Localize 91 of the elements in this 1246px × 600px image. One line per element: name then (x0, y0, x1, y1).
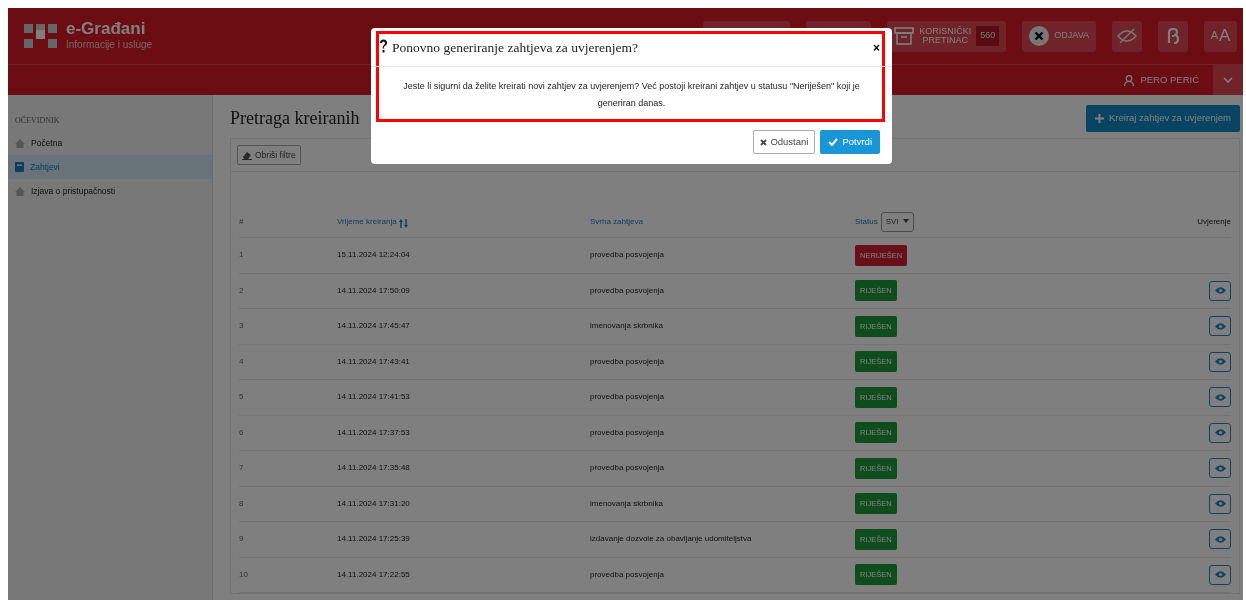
eye-slash-icon (1117, 28, 1137, 44)
user-name[interactable]: PERO PERIĆ (1140, 72, 1199, 88)
view-button[interactable] (1209, 280, 1231, 301)
table-cell: 14.11.2024 17:41:53 (337, 391, 410, 404)
eye-icon (1214, 393, 1226, 401)
table-cell: 14.11.2024 17:22:55 (337, 568, 410, 581)
clear-filters-button[interactable]: Obriši filtre (237, 144, 301, 166)
close-button[interactable]: × (869, 39, 884, 57)
row-number: 8 (239, 497, 244, 510)
view-button[interactable] (1209, 564, 1231, 585)
view-button[interactable] (1209, 529, 1231, 550)
row-number: 9 (239, 533, 244, 546)
eye-icon (1214, 571, 1226, 579)
sidebar-item[interactable]: Početna (8, 131, 212, 155)
dialog-title: Ponovno generiranje zahtjeva za uvjerenjem? (379, 37, 638, 59)
table-cell: provedba posvojenja (590, 355, 664, 368)
eye-icon (1214, 535, 1226, 543)
column-header: Status (855, 216, 878, 228)
table-cell: provedba posvojenja (590, 391, 664, 404)
contrast-button[interactable] (1112, 20, 1142, 52)
view-button[interactable] (1209, 422, 1231, 443)
home-icon (15, 138, 25, 148)
view-button[interactable] (1209, 351, 1231, 372)
row-number: 1 (239, 249, 244, 262)
table-cell: 14.11.2024 17:45:47 (337, 320, 410, 333)
home-icon (15, 186, 25, 196)
view-button[interactable] (1209, 458, 1231, 479)
sidebar-item[interactable]: Izjava o pristupačnosti (8, 179, 212, 203)
eye-icon (1214, 500, 1226, 508)
archive-icon (894, 27, 915, 45)
cancel-button[interactable]: Odustani (753, 130, 816, 155)
eraser-icon (242, 150, 252, 160)
eye-icon (1214, 322, 1226, 330)
close-icon (1029, 26, 1050, 46)
table-cell: 14.11.2024 17:31:20 (337, 497, 410, 510)
logout-button[interactable]: ODJAVA (1022, 20, 1096, 52)
confirm-button[interactable]: Potvrdi (820, 130, 880, 155)
row-number: 6 (239, 426, 244, 439)
column-header[interactable]: Vrijeme kreiranja (337, 216, 397, 228)
question-icon (379, 38, 388, 53)
table-cell: imenovanja skrbnika (590, 320, 663, 333)
font-icon (1166, 28, 1180, 44)
row-number: 4 (239, 355, 244, 368)
eye-icon (1214, 358, 1226, 366)
status-filter[interactable]: SVI (880, 212, 914, 232)
row-number: 10 (239, 568, 248, 581)
plus-icon (1095, 114, 1104, 123)
section-label: OČEVIDNIK (14, 115, 61, 127)
table-cell: 14.11.2024 17:43:41 (337, 355, 410, 368)
table-cell: provedba posvojenja (590, 249, 664, 262)
view-button[interactable] (1209, 493, 1231, 514)
dialog-message: Jeste li sigurni da želite kreirati novi zahtjev za uvjerenjem? Već postoji kreirani zahtjev u statusu "Neriješen" koji je generiran danas. (402, 80, 861, 111)
dropdown-button[interactable] (1213, 65, 1243, 95)
table-cell: provedba posvojenja (590, 426, 664, 439)
chevron-down-icon (1223, 77, 1233, 83)
mailbox-label: KORISNIČKI PRETINAC (919, 26, 972, 46)
row-number: 3 (239, 320, 244, 333)
table-cell: provedba posvojenja (590, 568, 664, 581)
sort-icon[interactable] (398, 219, 408, 228)
column-header: Svrha zahtjeva (590, 216, 643, 228)
caret-down-icon (902, 219, 909, 223)
column-header: Uvjerenje (1197, 216, 1231, 228)
brand-name[interactable]: e-Građani (66, 20, 153, 37)
row-number: 5 (239, 391, 244, 404)
eye-icon (1214, 464, 1226, 472)
book-icon (15, 162, 24, 172)
table-cell: izdavanje dozvole za obavljanje udomiteljstva (590, 533, 752, 546)
row-number: 2 (239, 284, 244, 297)
check-icon (828, 138, 839, 147)
eye-icon (1214, 287, 1226, 295)
table-cell: provedba posvojenja (590, 284, 664, 297)
view-button[interactable] (1209, 387, 1231, 408)
sidebar-item[interactable]: Zahtjevi (8, 155, 212, 179)
user-icon (1124, 74, 1135, 86)
eye-icon (1214, 429, 1226, 437)
table-cell: 14.11.2024 17:25:39 (337, 533, 410, 546)
create-button[interactable]: Kreiraj zahtjev za uvjerenjem (1086, 105, 1240, 132)
table-cell: imenovanja skrbnika (590, 497, 663, 510)
table-cell: 15.11.2024 12:24:04 (337, 249, 410, 262)
close-icon (760, 138, 768, 146)
message-count: 560 (976, 26, 1000, 46)
font-button[interactable] (1158, 20, 1188, 52)
row-number: 7 (239, 462, 244, 475)
table-cell: 14.11.2024 17:35:48 (337, 462, 410, 475)
view-button[interactable] (1209, 316, 1231, 337)
page-title: Pretraga kreiranih (230, 107, 360, 130)
table-cell: 14.11.2024 17:50:09 (337, 284, 410, 297)
logo-icon (24, 24, 58, 48)
table-cell: 14.11.2024 17:37:53 (337, 426, 410, 439)
column-header: # (239, 216, 244, 228)
table-cell: provedba posvojenja (590, 462, 664, 475)
